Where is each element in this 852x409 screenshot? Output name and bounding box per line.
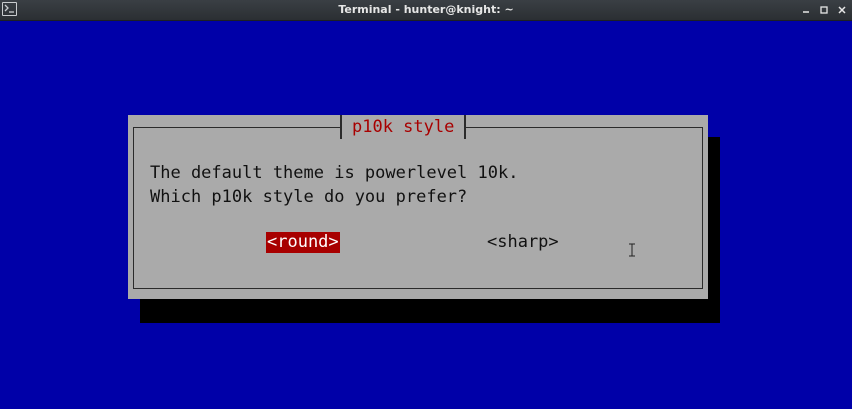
window-controls — [800, 0, 848, 20]
text-cursor-icon — [627, 242, 637, 257]
maximize-icon[interactable] — [818, 4, 830, 16]
dialog-message-line-2: Which p10k style do you prefer? — [150, 187, 468, 207]
dialog-message: The default theme is powerlevel 10k. Whi… — [150, 161, 518, 209]
window-title: Terminal - hunter@knight: ~ — [338, 3, 514, 16]
dialog-title: p10k style — [340, 115, 467, 139]
dialog-message-line-1: The default theme is powerlevel 10k. — [150, 163, 519, 183]
terminal-window: Terminal - hunter@knight: ~ p10k style T… — [0, 0, 852, 409]
title-bar[interactable]: Terminal - hunter@knight: ~ — [0, 0, 852, 21]
p10k-style-dialog: p10k style The default theme is powerlev… — [128, 115, 708, 299]
close-icon[interactable] — [836, 4, 848, 16]
minimize-icon[interactable] — [800, 4, 812, 16]
sharp-option-button[interactable]: <sharp> — [487, 232, 559, 253]
round-option-button[interactable]: <round> — [266, 232, 340, 253]
